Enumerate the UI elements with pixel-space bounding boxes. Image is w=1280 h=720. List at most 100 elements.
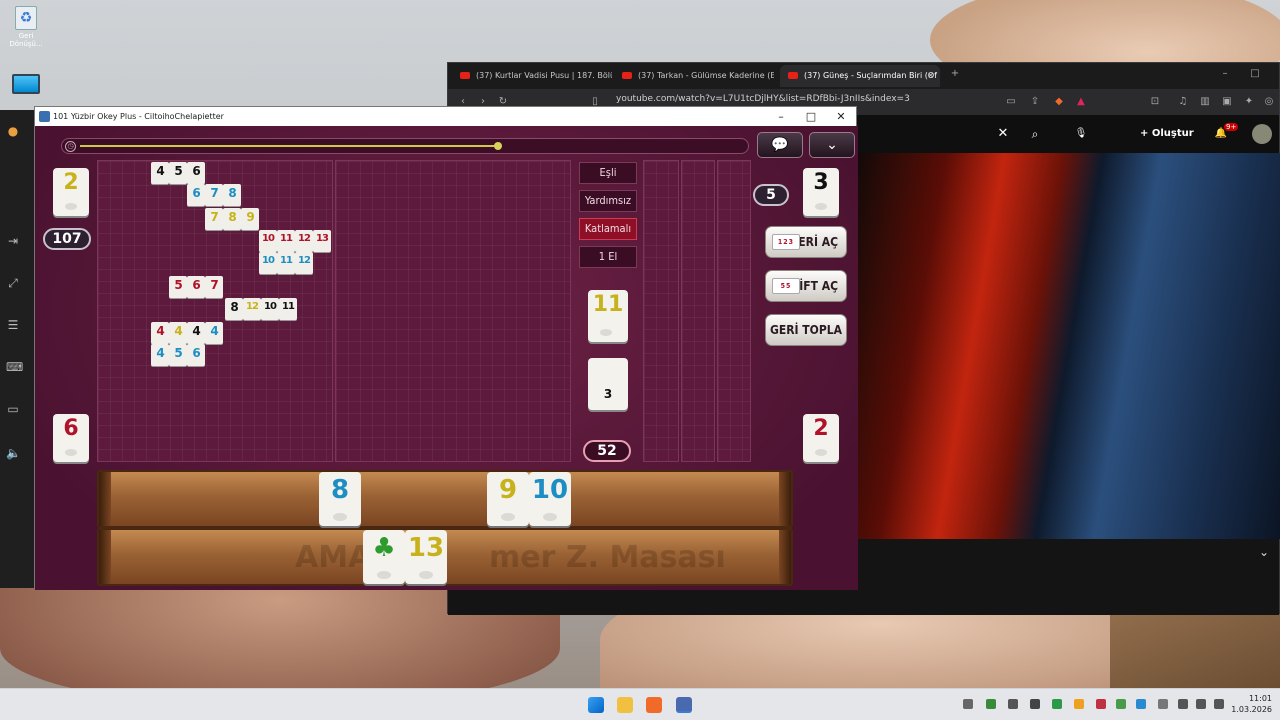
close-tab-icon[interactable]: ✕ — [927, 65, 934, 87]
meld-tile[interactable]: 4 — [151, 322, 169, 344]
meld-tile[interactable]: 4 — [151, 344, 169, 366]
rewards-icon[interactable]: ▲ — [1074, 95, 1088, 109]
meld-tile[interactable]: 6 — [187, 344, 205, 366]
meld-tile[interactable]: 6 — [187, 184, 205, 206]
avatar[interactable] — [1252, 124, 1272, 144]
minimize-button[interactable]: – — [767, 107, 795, 126]
chevron-down-icon[interactable]: ⌄ — [1259, 545, 1269, 559]
meld-tile[interactable]: 12 — [295, 230, 313, 252]
meld-tile[interactable]: 4 — [187, 322, 205, 344]
rack-tile[interactable]: 9 — [487, 472, 529, 526]
login-icon[interactable]: ⇥ — [6, 234, 20, 248]
okey-app-taskbar-icon[interactable] — [676, 697, 692, 713]
meld-tile[interactable]: 9 — [241, 208, 259, 230]
meld-tile[interactable]: 12 — [295, 252, 313, 274]
rack-tile[interactable]: 10 — [529, 472, 571, 526]
wifi-icon[interactable] — [1178, 699, 1188, 709]
rack-tile[interactable]: 8 — [319, 472, 361, 526]
tile-dot — [333, 513, 347, 521]
expand-icon[interactable]: ⤢ — [6, 276, 20, 290]
brave-browser-icon[interactable] — [646, 697, 662, 713]
meld-tile[interactable]: 11 — [279, 298, 297, 320]
meld-tile[interactable]: 5 — [169, 276, 187, 298]
keyboard-icon[interactable]: ⌨ — [6, 360, 23, 374]
microphone-icon[interactable]: 🎙 — [1074, 127, 1088, 141]
tray-icon[interactable] — [1074, 699, 1084, 709]
meld-tile[interactable]: 4 — [205, 322, 223, 344]
tray-icon[interactable] — [1136, 699, 1146, 709]
video-player[interactable] — [858, 153, 1280, 539]
rack-tile[interactable]: 13 — [405, 530, 447, 584]
wallet-icon[interactable]: ▣ — [1220, 95, 1234, 109]
meld-tile[interactable]: 11 — [277, 230, 295, 252]
monitor-shortcut[interactable] — [8, 74, 44, 94]
joker-tile[interactable]: ♣ — [363, 530, 405, 584]
meld-tile[interactable]: 8 — [223, 184, 241, 206]
cift-ac-button[interactable]: 55 ÇİFT AÇ — [765, 270, 847, 302]
meld-tile[interactable]: 4 — [169, 322, 187, 344]
taskbar-clock[interactable]: 11:01 1.03.2026 — [1231, 693, 1272, 715]
meld-tile[interactable]: 7 — [205, 184, 223, 206]
tray-icon[interactable] — [963, 699, 973, 709]
speaker-icon[interactable] — [1196, 699, 1206, 709]
tray-icon[interactable] — [1096, 699, 1106, 709]
browser-tab[interactable]: (37) Tarkan - Gülümse Kaderine (Ene — [614, 65, 774, 87]
share-icon[interactable]: ⇪ — [1028, 95, 1042, 109]
tag-icon[interactable]: ▭ — [6, 402, 20, 416]
tray-icon[interactable] — [986, 699, 996, 709]
recycle-bin-shortcut[interactable]: ♻ Geri Dönüşü... — [8, 6, 44, 48]
meld-tile[interactable]: 5 — [169, 162, 187, 184]
browser-tab-active[interactable]: (37) Güneş - Suçlarımdan Biri (Of ✕ — [780, 65, 940, 87]
browser-tab[interactable]: (37) Kurtlar Vadisi Pusu | 187. Bölüm — [452, 65, 612, 87]
vpn-icon[interactable]: ◎ — [1262, 95, 1276, 109]
meld-tile[interactable]: 6 — [187, 162, 205, 184]
battery-icon[interactable] — [1214, 699, 1224, 709]
settings-sliders-icon[interactable]: ☰ — [6, 318, 20, 332]
deck-tile[interactable]: 3 — [588, 358, 628, 410]
meld-tile[interactable]: 11 — [277, 252, 295, 274]
create-button[interactable]: + Oluştur — [1140, 128, 1194, 139]
microphone-icon[interactable] — [1158, 699, 1168, 709]
search-icon[interactable]: ⌕ — [1028, 127, 1042, 141]
start-icon[interactable] — [588, 697, 604, 713]
meld-tile[interactable]: 10 — [261, 298, 279, 320]
url-field[interactable]: youtube.com/watch?v=L7U1tcDjlHY&list=RDf… — [616, 94, 910, 104]
extension-icon[interactable]: ⊡ — [1148, 95, 1162, 109]
meld-tile[interactable]: 7 — [205, 208, 223, 230]
mode-tag-katlamali: Katlamalı — [579, 218, 637, 240]
tray-icon[interactable] — [1116, 699, 1126, 709]
meld-tile[interactable]: 13 — [313, 230, 331, 252]
maximize-icon[interactable]: □ — [1248, 67, 1262, 81]
tray-icon[interactable] — [1008, 699, 1018, 709]
meld-tile[interactable]: 10 — [259, 252, 277, 274]
leo-icon[interactable]: ✦ — [1242, 95, 1256, 109]
cast-icon[interactable]: ▭ — [1004, 95, 1018, 109]
tray-icon[interactable] — [1052, 699, 1062, 709]
meld-tile[interactable]: 6 — [187, 276, 205, 298]
volume-icon[interactable]: 🔈 — [6, 446, 21, 460]
meld-tile[interactable]: 4 — [151, 162, 169, 184]
app-icon[interactable]: ● — [6, 124, 20, 138]
meld-tile[interactable]: 5 — [169, 344, 187, 366]
meld-tile[interactable]: 8 — [223, 208, 241, 230]
seri-ac-button[interactable]: 123 SERİ AÇ — [765, 226, 847, 258]
geri-topla-button[interactable]: GERİ TOPLA — [765, 314, 847, 346]
minimize-icon[interactable]: – — [1218, 67, 1232, 81]
file-explorer-icon[interactable] — [617, 697, 633, 713]
clear-search-icon[interactable]: ✕ — [996, 127, 1010, 141]
brave-shield-icon[interactable]: ◆ — [1052, 95, 1066, 109]
maximize-button[interactable]: □ — [797, 107, 825, 126]
sidebar-icon[interactable]: ▥ — [1198, 95, 1212, 109]
music-icon[interactable]: ♫ — [1176, 95, 1190, 109]
chat-button[interactable]: 💬 — [757, 132, 803, 158]
meld-tile[interactable]: 10 — [259, 230, 277, 252]
menu-dropdown-button[interactable]: ⌄ — [809, 132, 855, 158]
tray-icon[interactable] — [1030, 699, 1040, 709]
new-tab-icon[interactable]: + — [948, 67, 962, 81]
close-button[interactable]: ✕ — [827, 107, 855, 126]
meld-tile[interactable]: 8 — [225, 298, 243, 320]
meld-tile[interactable]: 7 — [205, 276, 223, 298]
meld-tile[interactable]: 12 — [243, 298, 261, 320]
mode-tag-yardimsiz: Yardımsız — [579, 190, 637, 212]
chat-icon: 💬 — [771, 137, 789, 153]
